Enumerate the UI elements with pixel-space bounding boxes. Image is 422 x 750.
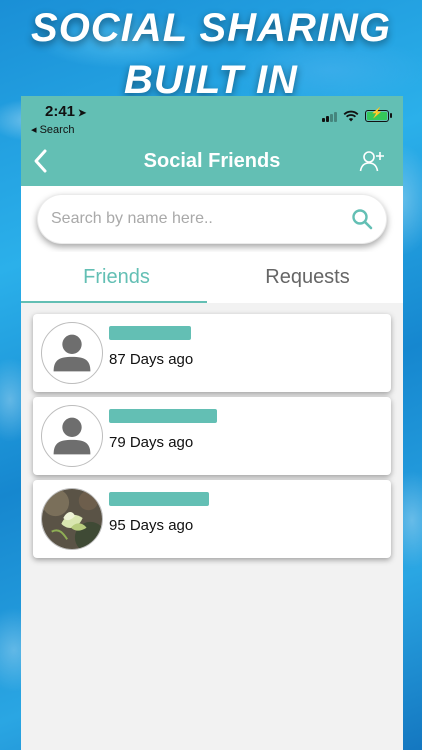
friend-name-redacted xyxy=(109,409,217,423)
default-avatar xyxy=(41,322,103,384)
flower-photo-icon xyxy=(42,489,102,549)
phone-screen: 2:41 ➤ ◂ Search ⚡ Social Friends Search … xyxy=(21,96,403,750)
tab-friends[interactable]: Friends xyxy=(21,252,212,303)
search-icon[interactable] xyxy=(351,208,373,230)
active-tab-indicator xyxy=(21,301,207,303)
search-area xyxy=(21,186,403,252)
friend-last-active: 87 Days ago xyxy=(109,351,194,368)
battery-icon: ⚡ xyxy=(365,108,392,122)
person-icon xyxy=(53,334,91,372)
default-avatar xyxy=(41,405,103,467)
tab-requests[interactable]: Requests xyxy=(212,252,403,303)
friend-card[interactable]: 87 Days ago xyxy=(33,314,391,392)
friend-card[interactable]: 95 Days ago xyxy=(33,480,391,558)
page-title: Social Friends xyxy=(143,150,281,172)
photo-avatar xyxy=(41,488,103,550)
status-time: 2:41 ➤ xyxy=(45,103,86,120)
friend-name-redacted xyxy=(109,326,191,340)
add-user-icon[interactable] xyxy=(359,148,385,174)
hero-line-1: SOCIAL SHARING xyxy=(31,6,391,50)
status-icons: ⚡ xyxy=(322,108,392,122)
tab-bar: Friends Requests xyxy=(21,252,403,303)
cell-signal-icon xyxy=(322,111,337,122)
wifi-icon xyxy=(343,110,359,122)
friend-last-active: 95 Days ago xyxy=(109,517,194,534)
status-time-text: 2:41 xyxy=(45,103,76,120)
friend-last-active: 79 Days ago xyxy=(109,434,194,451)
person-icon xyxy=(53,417,91,455)
friend-name-redacted xyxy=(109,492,209,506)
back-to-app-link[interactable]: ◂ Search xyxy=(31,123,74,136)
location-arrow-icon: ➤ xyxy=(78,108,87,119)
app-header: 2:41 ➤ ◂ Search ⚡ Social Friends xyxy=(21,96,403,186)
friend-card[interactable]: 79 Days ago xyxy=(33,397,391,475)
search-box[interactable] xyxy=(37,194,387,244)
search-input[interactable] xyxy=(51,194,341,244)
